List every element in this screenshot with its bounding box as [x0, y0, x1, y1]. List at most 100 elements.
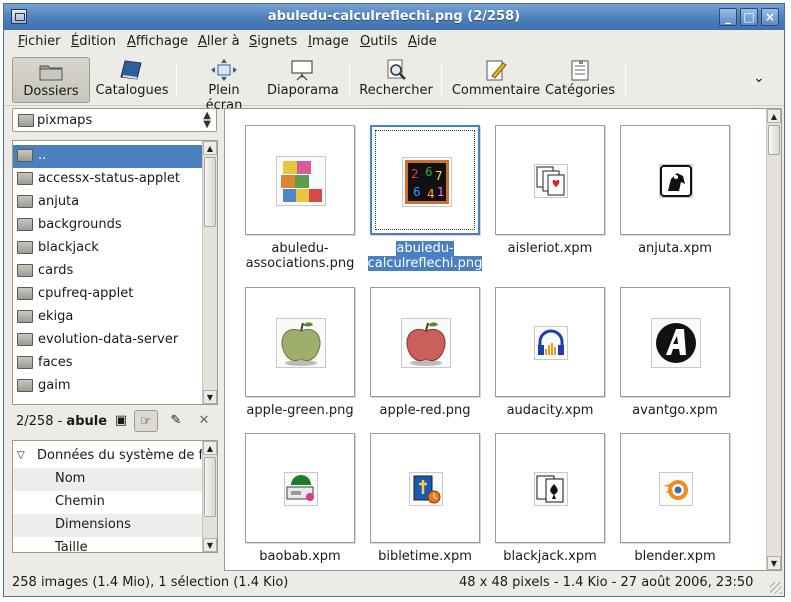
- image-name-short: abule: [66, 414, 108, 429]
- folder-item[interactable]: cards: [13, 260, 203, 283]
- image-filename: audacity.xpm: [506, 403, 594, 418]
- search-icon: [383, 59, 409, 81]
- info-tree-scrollbar[interactable]: ▲ ▼: [202, 441, 217, 552]
- folder-icon: [17, 241, 33, 254]
- image-filename: avantgo.xpm: [632, 403, 718, 418]
- tree-section[interactable]: ▽ Données du système de fic: [13, 445, 214, 468]
- tree-row[interactable]: Taille: [13, 537, 203, 552]
- title-bar[interactable]: abuledu-calculreflechi.png (2/258) _ □ ×: [4, 4, 784, 30]
- avantgo-icon: [651, 318, 701, 368]
- comment-button[interactable]: Commentaire: [451, 57, 541, 103]
- close-button[interactable]: ×: [761, 8, 779, 26]
- slideshow-icon: [289, 59, 315, 81]
- book-icon: [119, 59, 145, 81]
- categories-button[interactable]: Catégories: [544, 57, 616, 103]
- folder-icon: [17, 379, 33, 392]
- folder-list-scrollbar[interactable]: ▲ ▼: [202, 141, 217, 404]
- slideshow-button[interactable]: Diaporama: [267, 57, 339, 103]
- image-filename: baobab.xpm: [259, 549, 341, 564]
- edit-comment-icon[interactable]: ✎: [164, 410, 188, 432]
- folder-item[interactable]: cpufreq-applet: [13, 283, 203, 306]
- menu-aide[interactable]: Aide: [408, 34, 437, 49]
- letter-blocks-icon: [276, 156, 326, 206]
- categories-icon: [567, 59, 593, 81]
- image-filename: anjuta.xpm: [638, 241, 712, 256]
- horse-icon: [659, 164, 693, 198]
- image-filename: blender.xpm: [634, 549, 716, 564]
- menu-aller-a[interactable]: Aller à: [198, 34, 240, 49]
- disk-usage-icon: [284, 472, 318, 506]
- folder-icon: [17, 287, 33, 300]
- scroll-down-icon[interactable]: ▼: [203, 390, 217, 404]
- menu-fichier[interactable]: Fichier: [18, 34, 61, 49]
- info-toggle-icon[interactable]: ☞: [134, 410, 158, 432]
- image-filename: aisleriot.xpm: [507, 241, 593, 256]
- folder-icon: [17, 218, 33, 231]
- image-filename: apple-green.png: [246, 403, 354, 418]
- scroll-up-icon[interactable]: ▲: [203, 441, 217, 455]
- svg-text:2: 2: [411, 167, 419, 181]
- folders-label: Dossiers: [23, 84, 79, 99]
- status-bar: 258 images (1.4 Mio), 1 sélection (1.4 K…: [4, 570, 784, 596]
- folder-item-parent[interactable]: ..: [13, 145, 203, 168]
- application-window: abuledu-calculreflechi.png (2/258) _ □ ×…: [3, 3, 785, 597]
- status-image-info: 48 x 48 pixels - 1.4 Kio - 27 août 2006,…: [459, 575, 754, 590]
- catalogs-button[interactable]: Catalogues: [95, 57, 169, 103]
- image-filename: abuledu- calculreflechi.png: [367, 241, 483, 271]
- bible-icon: [409, 472, 443, 506]
- folder-icon: [38, 60, 64, 82]
- folder-selector[interactable]: pixmaps ▲ ▼: [12, 108, 217, 132]
- folder-item[interactable]: backgrounds: [13, 214, 203, 237]
- folder-item[interactable]: anjuta: [13, 191, 203, 214]
- folder-icon: [17, 310, 33, 323]
- scroll-down-icon[interactable]: ▼: [767, 556, 781, 570]
- comment-icon: [483, 59, 509, 81]
- scroll-thumb[interactable]: [768, 125, 780, 155]
- folder-item[interactable]: accessx-status-applet: [13, 168, 203, 191]
- menu-affichage[interactable]: Affichage: [127, 34, 188, 49]
- numbers-board-icon: 267641: [402, 157, 452, 207]
- scroll-up-icon[interactable]: ▲: [203, 141, 217, 155]
- folder-item[interactable]: ekiga: [13, 306, 203, 329]
- menu-image[interactable]: Image: [308, 34, 349, 49]
- close-panel-icon[interactable]: ✕: [192, 410, 216, 432]
- folder-item[interactable]: evolution-data-server: [13, 329, 203, 352]
- folder-item[interactable]: gaim: [13, 375, 203, 398]
- tree-row[interactable]: Chemin: [13, 491, 203, 514]
- menu-edition[interactable]: Édition: [71, 34, 116, 49]
- menu-signets[interactable]: Signets: [249, 34, 297, 49]
- svg-text:4: 4: [427, 187, 435, 201]
- image-browser-scrollbar[interactable]: ▲ ▼: [766, 109, 781, 570]
- scroll-thumb[interactable]: [204, 157, 216, 227]
- collapse-arrow-icon[interactable]: ▽: [17, 450, 25, 461]
- catalogs-label: Catalogues: [95, 83, 169, 98]
- image-position: 2/258 -: [16, 414, 67, 429]
- menu-bar: Fichier Édition Affichage Aller à Signet…: [4, 30, 784, 54]
- folders-button[interactable]: Dossiers: [12, 57, 90, 103]
- search-button[interactable]: Rechercher: [359, 57, 433, 103]
- image-info-header: 2/258 - abule ▣ ☞ ✎ ✕: [12, 410, 218, 432]
- fullscreen-button[interactable]: Plein écran: [188, 57, 260, 113]
- folder-item[interactable]: blackjack: [13, 237, 203, 260]
- folder-icon: [17, 172, 33, 185]
- chevron-down-icon[interactable]: ⌄: [753, 70, 765, 86]
- tree-row[interactable]: Dimensions: [13, 514, 203, 537]
- resize-grip-icon[interactable]: [770, 582, 782, 594]
- menu-outils[interactable]: Outils: [360, 34, 398, 49]
- updown-arrow-icon: ▲ ▼: [203, 110, 211, 130]
- fullscreen-icon: [211, 59, 237, 81]
- scroll-up-icon[interactable]: ▲: [767, 109, 781, 123]
- window-title: abuledu-calculreflechi.png (2/258): [267, 9, 521, 24]
- image-preview-icon[interactable]: ▣: [109, 410, 133, 432]
- folder-icon: [18, 114, 34, 127]
- toolbar: Dossiers Catalogues Plein écran Diaporam…: [4, 54, 784, 113]
- folder-item[interactable]: faces: [13, 352, 203, 375]
- folder-icon: [17, 333, 33, 346]
- maximize-button[interactable]: □: [740, 8, 758, 26]
- scroll-thumb[interactable]: [204, 457, 216, 517]
- image-filename: abuledu- associations.png: [245, 241, 355, 271]
- tree-row[interactable]: Nom: [13, 468, 203, 491]
- svg-text:7: 7: [435, 169, 443, 183]
- scroll-down-icon[interactable]: ▼: [203, 538, 217, 552]
- minimize-button[interactable]: _: [719, 8, 737, 26]
